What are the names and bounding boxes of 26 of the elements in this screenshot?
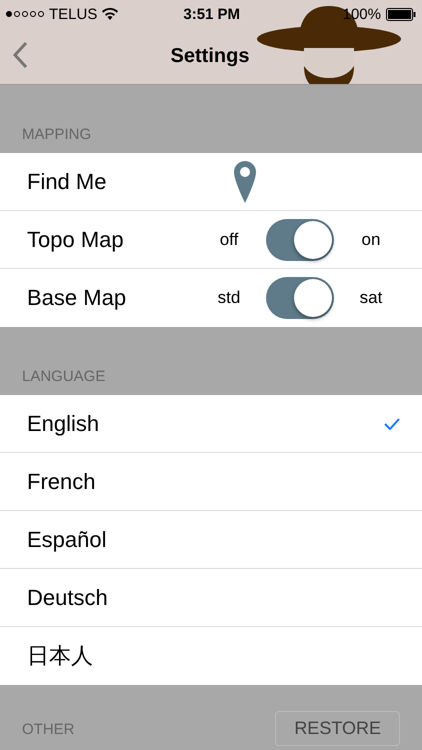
toggle-switch[interactable] xyxy=(266,218,334,260)
signal-icon xyxy=(6,11,44,17)
section-header: LANGUAGE xyxy=(22,368,106,385)
off-option-label: off xyxy=(218,230,240,250)
setting-label: Find Me xyxy=(27,168,106,194)
language-option[interactable]: Deutsch xyxy=(0,569,422,627)
language-option[interactable]: Español xyxy=(0,511,422,569)
language-option[interactable]: English xyxy=(0,395,422,453)
wifi-icon xyxy=(102,8,118,20)
on-option-label: on xyxy=(360,230,382,250)
setting-label: Topo Map xyxy=(27,226,124,252)
clock-time: 3:51 PM xyxy=(183,6,240,22)
language-option[interactable]: French xyxy=(0,453,422,511)
on-option-label: sat xyxy=(358,288,384,308)
off-option-label: std xyxy=(216,288,242,308)
back-button[interactable] xyxy=(12,41,28,69)
nav-title: Settings xyxy=(170,44,250,68)
section-header: MAPPING xyxy=(22,126,92,143)
section-header: OTHER xyxy=(22,721,74,738)
setting-label: Base Map xyxy=(27,285,126,311)
battery-icon xyxy=(386,8,416,20)
carrier-name: TELUS xyxy=(49,6,98,22)
location-pin-icon[interactable] xyxy=(234,160,256,202)
toggle-switch[interactable] xyxy=(266,277,334,319)
language-option[interactable]: 日本人 xyxy=(0,627,422,685)
restore-button[interactable]: RESTORE xyxy=(275,711,400,746)
